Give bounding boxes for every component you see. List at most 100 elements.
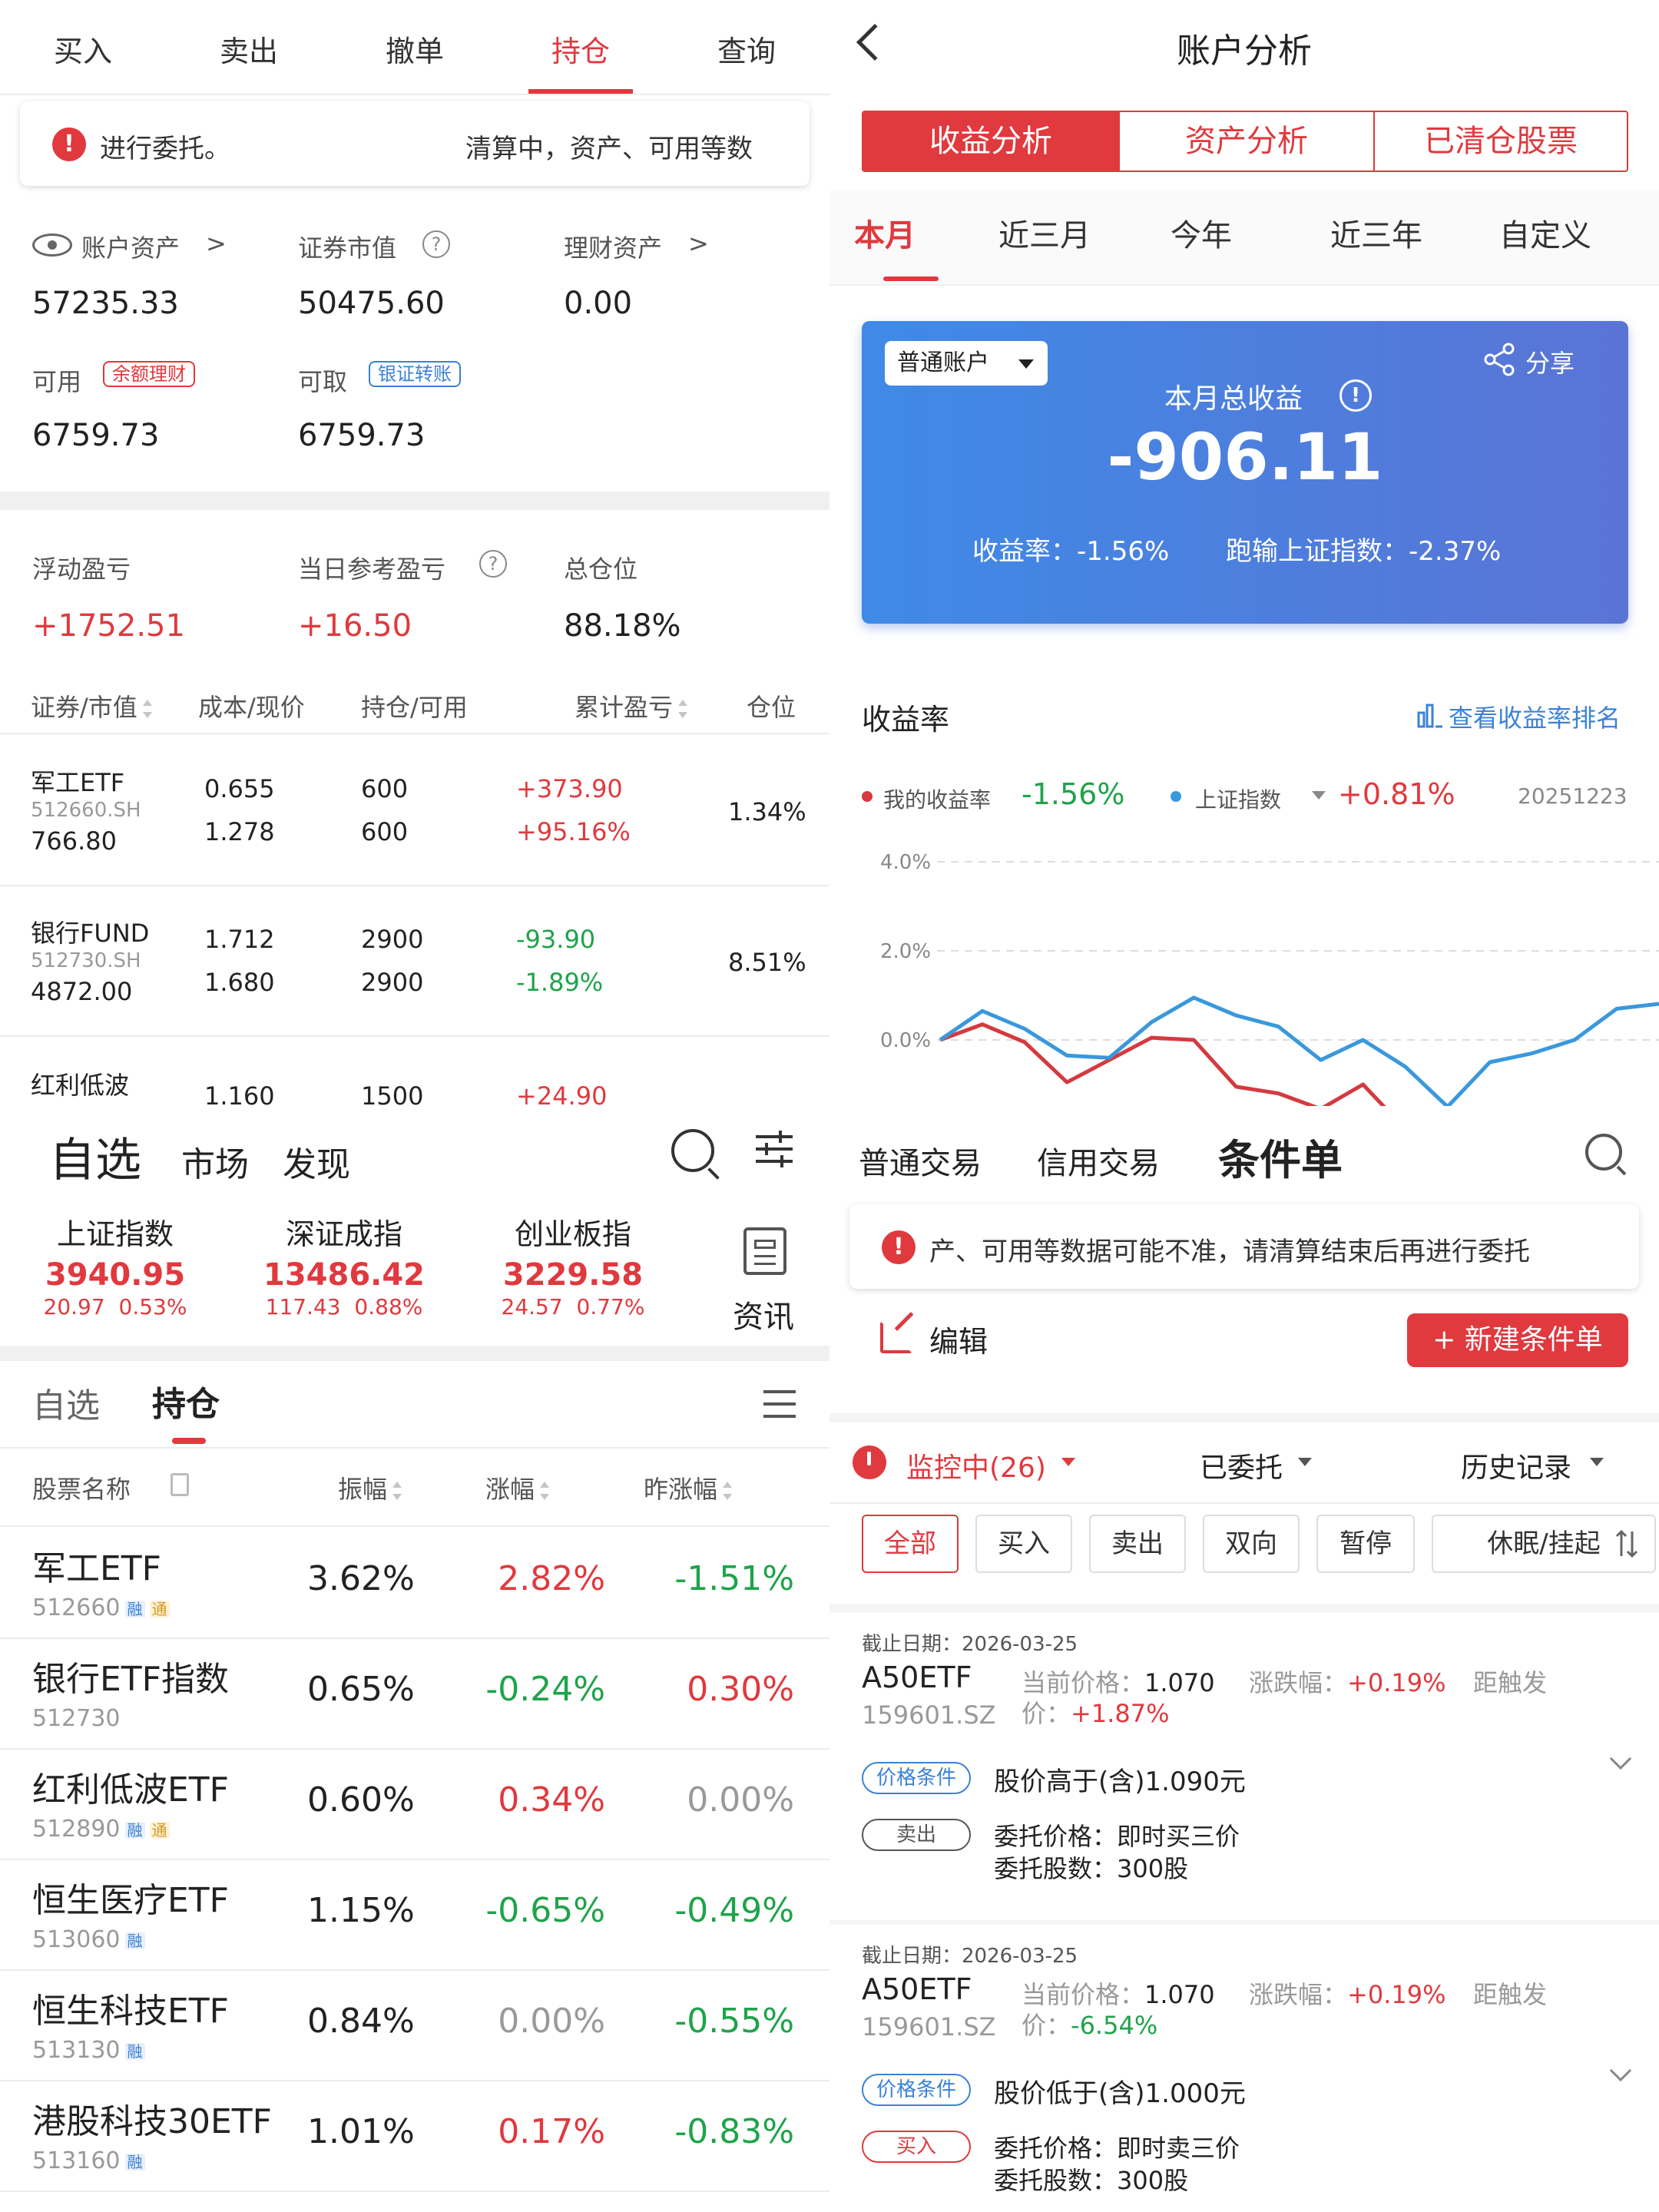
period-tab-3[interactable]: 近三年 xyxy=(1330,210,1422,255)
share-icon[interactable] xyxy=(1482,343,1516,376)
index-change: 20.97 0.53% xyxy=(43,1294,187,1320)
connect-badge: 通 xyxy=(149,1600,170,1618)
col-header-2[interactable]: 涨幅 xyxy=(485,1470,550,1505)
tab-1[interactable]: 卖出 xyxy=(166,28,332,70)
wealth-assets-label[interactable]: 理财资产 xyxy=(564,229,662,264)
index-card[interactable]: 创业板指 3229.58 24.57 0.77% xyxy=(458,1198,688,1320)
chevron-down-icon[interactable] xyxy=(1609,1747,1632,1770)
help-icon[interactable]: ? xyxy=(479,550,507,578)
subtab-watchlist[interactable]: 自选 xyxy=(32,1378,100,1427)
hold-qty: 2900 xyxy=(361,925,424,954)
hold-qty: 600 xyxy=(361,774,409,803)
help-icon[interactable]: ? xyxy=(422,230,450,258)
search-icon[interactable] xyxy=(671,1129,720,1180)
account-type-dropdown[interactable]: 普通账户 xyxy=(885,341,1048,386)
tab-4[interactable]: 查询 xyxy=(664,28,830,70)
filter-chip-0[interactable]: 全部 xyxy=(862,1515,959,1573)
index-value: 3229.58 xyxy=(502,1257,644,1293)
chevron-right-icon[interactable]: > xyxy=(688,229,709,258)
tab-3[interactable]: 持仓 xyxy=(498,28,664,70)
table-row[interactable]: 军工ETF 512660 融通 3.62% 2.82% -1.51% xyxy=(0,1527,830,1637)
news-label[interactable]: 资讯 xyxy=(733,1292,794,1336)
market-value: 4872.00 xyxy=(31,977,133,1006)
stock-code: 513060 融 xyxy=(32,1926,145,1953)
segment-tab-2[interactable]: 已清仓股票 xyxy=(1373,112,1627,171)
tab-0[interactable]: 买入 xyxy=(0,28,166,70)
copy-icon[interactable] xyxy=(171,1473,189,1496)
tab-2[interactable]: 撤单 xyxy=(332,28,498,70)
period-tab-2[interactable]: 今年 xyxy=(1171,210,1232,255)
period-tab-1[interactable]: 近三月 xyxy=(998,210,1091,255)
info-icon[interactable]: ! xyxy=(1339,379,1372,412)
eye-icon[interactable] xyxy=(32,233,72,257)
period-tab-4[interactable]: 自定义 xyxy=(1499,210,1591,255)
stock-name: 军工ETF xyxy=(32,1549,161,1588)
withdrawable-value: 6759.73 xyxy=(298,418,426,453)
wealth-assets-value: 0.00 xyxy=(564,286,633,321)
col-header-1[interactable]: 振幅 xyxy=(338,1470,402,1505)
security-name: 军工ETF xyxy=(31,768,125,797)
subtab-holdings[interactable]: 持仓 xyxy=(152,1376,220,1426)
order-side-tag: 卖出 xyxy=(862,1819,971,1851)
trade-tab-bar: 买入 卖出 撤单 持仓 查询 xyxy=(0,0,830,95)
change-pct: -0.65% xyxy=(485,1891,605,1930)
amplitude: 0.84% xyxy=(307,2002,415,2041)
legend-dot-index xyxy=(1171,791,1181,802)
float-pl-label: 浮动盈亏 xyxy=(32,555,131,584)
rate-label: 收益率：-1.56% xyxy=(972,536,1170,567)
table-row[interactable]: 恒生科技ETF 513130 融 0.84% 0.00% -0.55% xyxy=(0,1969,830,2080)
chevron-right-icon[interactable]: > xyxy=(206,229,227,258)
position-pct: 8.51% xyxy=(728,948,806,977)
bank-transfer-badge[interactable]: 银证转账 xyxy=(369,361,461,387)
filter-chip-4[interactable]: 暂停 xyxy=(1316,1515,1415,1573)
yuebao-badge[interactable]: 余额理财 xyxy=(103,361,195,387)
index-name: 创业板指 xyxy=(514,1217,631,1251)
order-card[interactable]: 截止日期：2026-03-25 A50ETF 159601.SZ 当前价格：1.… xyxy=(830,1613,1659,1920)
table-row[interactable]: 红利低波 1.160 1500 +24.90 xyxy=(0,1035,830,1106)
caret-down-icon[interactable] xyxy=(1312,791,1326,806)
index-card[interactable]: 深证成指 13486.42 117.43 0.88% xyxy=(229,1198,459,1320)
table-row[interactable]: 恒生医疗ETF 513060 融 1.15% -0.65% -0.49% xyxy=(0,1859,830,1969)
float-pl-value: +1752.51 xyxy=(32,608,185,644)
sort-icon[interactable] xyxy=(1614,1528,1639,1559)
table-row[interactable]: 银行ETF指数 512730 0.65% -0.24% 0.30% xyxy=(0,1637,830,1748)
notice-bar: ! 进行委托。 清算中，资产、可用等数 xyxy=(20,101,810,186)
col-header-pl[interactable]: 累计盈亏 xyxy=(575,688,688,724)
order-card[interactable]: 截止日期：2026-03-25 A50ETF 159601.SZ 当前价格：1.… xyxy=(830,1925,1659,2212)
filter-settings-icon[interactable] xyxy=(754,1129,794,1169)
tab-market[interactable]: 市场 xyxy=(181,1137,249,1186)
account-assets-label[interactable]: 账户资产 xyxy=(81,229,180,264)
security-code: 512730.SH xyxy=(31,949,141,972)
entrust-qty: 委托股数：300股 xyxy=(994,2166,1189,2195)
watchlist-table: 股票名称 振幅 涨幅 昨涨幅 军工ETF 512660 融通 3.62% 2.82% -… xyxy=(0,1449,830,2212)
index-card[interactable]: 上证指数 3940.95 20.97 0.53% xyxy=(0,1198,230,1320)
legend-index-label[interactable]: 上证指数 xyxy=(1195,783,1281,814)
condition-tag: 价格条件 xyxy=(862,1762,971,1794)
chevron-down-icon[interactable] xyxy=(1609,2059,1632,2082)
table-row[interactable]: 银行FUND 512730.SH 4872.00 1.712 1.680 2900 2900… xyxy=(0,885,830,1035)
period-tab-0[interactable]: 本月 xyxy=(854,210,916,255)
segment-tab-0[interactable]: 收益分析 xyxy=(863,112,1118,171)
analysis-segment-control: 收益分析 资产分析 已清仓股票 xyxy=(862,111,1628,172)
filter-chip-3[interactable]: 双向 xyxy=(1203,1515,1300,1573)
menu-icon[interactable] xyxy=(763,1390,796,1418)
col-header-3[interactable]: 昨涨幅 xyxy=(644,1470,733,1505)
filter-chip-1[interactable]: 买入 xyxy=(975,1515,1072,1573)
ranking-icon[interactable] xyxy=(1416,702,1444,730)
filter-chip-2[interactable]: 卖出 xyxy=(1089,1515,1186,1573)
col-header-security[interactable]: 证券/市值 xyxy=(31,688,153,724)
condition-text: 股价高于(含)1.090元 xyxy=(994,1767,1246,1797)
position-label: 总仓位 xyxy=(564,555,638,584)
cum-pl: +373.90 xyxy=(516,774,623,803)
news-icon[interactable] xyxy=(743,1227,786,1275)
table-row[interactable]: 红利低波ETF 512890 融通 0.60% 0.34% 0.00% xyxy=(0,1748,830,1859)
tab-discover[interactable]: 发现 xyxy=(283,1137,350,1186)
table-row[interactable]: 港股科技30ETF 513160 融 1.01% 0.17% -0.83% xyxy=(0,2080,830,2190)
ranking-link[interactable]: 查看收益率排名 xyxy=(1449,699,1621,734)
table-row[interactable]: 军工ETF 512660.SH 766.80 0.655 1.278 600 600 +373… xyxy=(0,734,830,885)
trigger-label: 距触发 xyxy=(1473,1668,1548,1697)
segment-tab-1[interactable]: 资产分析 xyxy=(1118,112,1373,171)
tab-watchlist[interactable]: 自选 xyxy=(49,1123,141,1190)
lag-label: 跑输上证指数：-2.37% xyxy=(1226,536,1502,567)
share-button[interactable]: 分享 xyxy=(1525,344,1575,379)
